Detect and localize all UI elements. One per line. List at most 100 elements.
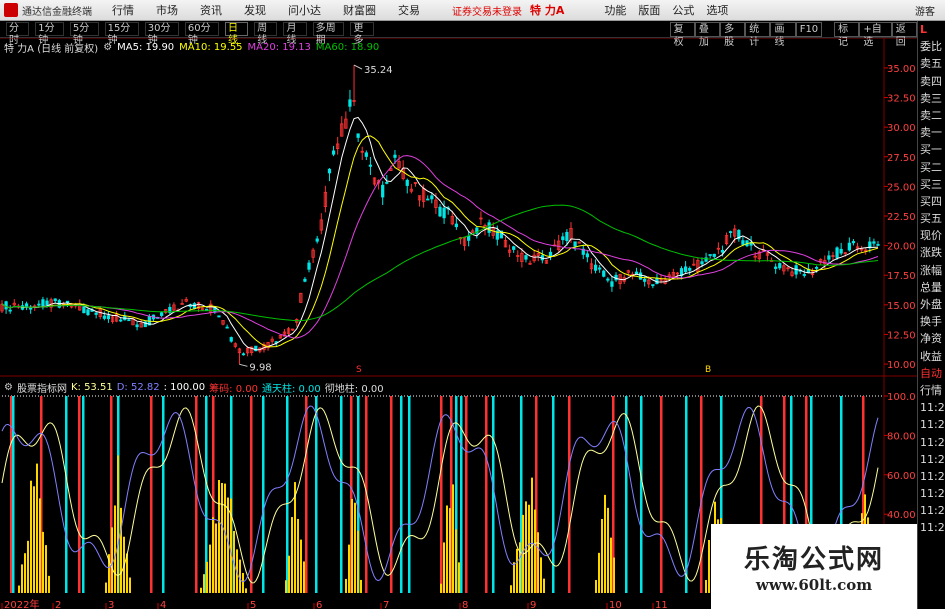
- add-watchlist-button[interactable]: +自选: [859, 21, 892, 48]
- back-button[interactable]: 返回: [891, 21, 917, 48]
- energy-bar: [206, 561, 208, 593]
- panel-time-row: 11:2: [920, 418, 945, 432]
- multi-stock-button[interactable]: 多股: [720, 21, 746, 48]
- mark-button[interactable]: 标记: [834, 21, 860, 48]
- candle-body: [160, 312, 164, 316]
- signal-bar-cyan: [340, 396, 343, 593]
- ref-value: : 100.00: [163, 381, 206, 393]
- menu-formula[interactable]: 公式: [672, 2, 694, 18]
- candle-body: [41, 299, 45, 307]
- menu-options[interactable]: 选项: [706, 2, 728, 18]
- candle-body: [565, 231, 569, 242]
- panel-time-row: 11:2: [920, 521, 945, 535]
- candle-body: [651, 284, 655, 287]
- candle-body: [82, 306, 86, 314]
- period-tab[interactable]: 月线: [283, 22, 307, 46]
- energy-bar: [708, 539, 710, 593]
- candle-body: [602, 270, 606, 277]
- signal-bar-cyan: [162, 396, 165, 593]
- restore-rights-button[interactable]: 复权: [669, 21, 695, 48]
- menu-layout[interactable]: 版面: [638, 2, 660, 18]
- menu-discover[interactable]: 发现: [244, 2, 266, 18]
- candle-body: [720, 249, 725, 253]
- overlay-button[interactable]: 叠加: [694, 21, 721, 48]
- energy-bar: [221, 483, 223, 593]
- energy-bar: [48, 575, 50, 593]
- price-tick-label: 15.00: [887, 301, 916, 312]
- candle-body: [385, 181, 389, 184]
- panel-row: 买三: [920, 177, 942, 191]
- menu-quotes[interactable]: 行情: [112, 2, 134, 18]
- energy-bar: [537, 532, 539, 593]
- energy-bar: [360, 579, 362, 593]
- energy-bar: [218, 480, 220, 593]
- period-tab-daily[interactable]: 日线: [225, 22, 249, 46]
- energy-bar: [242, 572, 244, 593]
- menu-ask[interactable]: 问小达: [288, 2, 321, 18]
- signal-bar-red: [305, 396, 308, 593]
- candle-body: [524, 255, 528, 260]
- panel-row: 涨跌: [920, 246, 942, 260]
- period-tab[interactable]: 5分钟: [69, 22, 99, 46]
- candle-body: [827, 255, 831, 260]
- price-tick-label: 30.00: [887, 123, 916, 134]
- period-tab[interactable]: 分时: [6, 22, 30, 46]
- candle-body: [741, 240, 745, 245]
- month-label: 10: [609, 600, 622, 609]
- period-tab[interactable]: 30分钟: [144, 22, 179, 46]
- period-tab[interactable]: 1分钟: [35, 22, 64, 46]
- draw-line-button[interactable]: 画线: [770, 21, 796, 48]
- stats-button[interactable]: 统计: [745, 21, 771, 48]
- signal-bar-red: [700, 396, 703, 593]
- menu-news[interactable]: 资讯: [200, 2, 222, 18]
- panel-auto-button[interactable]: 自动: [918, 365, 945, 382]
- energy-bar: [458, 562, 460, 593]
- energy-bar: [24, 553, 26, 593]
- login-notice[interactable]: 证券交易未登录: [452, 3, 522, 18]
- panel-tab[interactable]: L: [918, 21, 945, 38]
- candle-body: [53, 298, 57, 302]
- candle-body: [4, 301, 8, 310]
- guest-label[interactable]: 游客: [915, 3, 935, 18]
- ind-tick-label: 40.00: [887, 510, 916, 521]
- energy-bar: [357, 530, 359, 593]
- signal-bar-red: [150, 396, 153, 593]
- period-tab[interactable]: 周线: [254, 22, 278, 46]
- signal-bar-cyan: [315, 396, 318, 593]
- candle-body: [512, 246, 516, 250]
- period-tab[interactable]: 15分钟: [104, 22, 139, 46]
- menu-market[interactable]: 市场: [156, 2, 178, 18]
- energy-bar: [534, 509, 536, 593]
- panel-row: 委比: [920, 40, 942, 54]
- energy-bar: [540, 557, 542, 593]
- energy-bar: [519, 542, 521, 593]
- candle-body: [426, 198, 430, 201]
- candle-body: [106, 315, 111, 320]
- candle-body: [839, 248, 843, 254]
- energy-bar: [601, 519, 603, 593]
- indicator-settings-icon[interactable]: ⚙: [4, 382, 13, 393]
- energy-bar: [200, 587, 202, 593]
- panel-row: 买四: [920, 194, 942, 208]
- period-tab[interactable]: 多周期: [312, 22, 345, 46]
- menu-wealth[interactable]: 财富圈: [343, 2, 376, 18]
- candle-body: [688, 268, 692, 271]
- price-tick-label: 35.00: [887, 64, 916, 75]
- f10-button[interactable]: F10: [795, 21, 823, 37]
- signal-bar-cyan: [400, 396, 403, 593]
- energy-bar: [595, 580, 597, 593]
- energy-bar: [21, 564, 23, 593]
- candle-body: [229, 337, 233, 342]
- menu-functions[interactable]: 功能: [604, 2, 626, 18]
- energy-bar: [300, 539, 302, 593]
- period-tab[interactable]: 60分钟: [184, 22, 220, 46]
- panel-row: 买二: [920, 160, 942, 174]
- energy-bar: [510, 585, 512, 593]
- month-label: 9: [530, 600, 536, 609]
- menu-trade[interactable]: 交易: [398, 2, 420, 18]
- candle-body: [381, 184, 385, 198]
- energy-bar: [610, 537, 612, 593]
- candle-body: [774, 266, 778, 269]
- period-tab-more[interactable]: 更多: [350, 22, 374, 46]
- energy-bar: [543, 578, 545, 593]
